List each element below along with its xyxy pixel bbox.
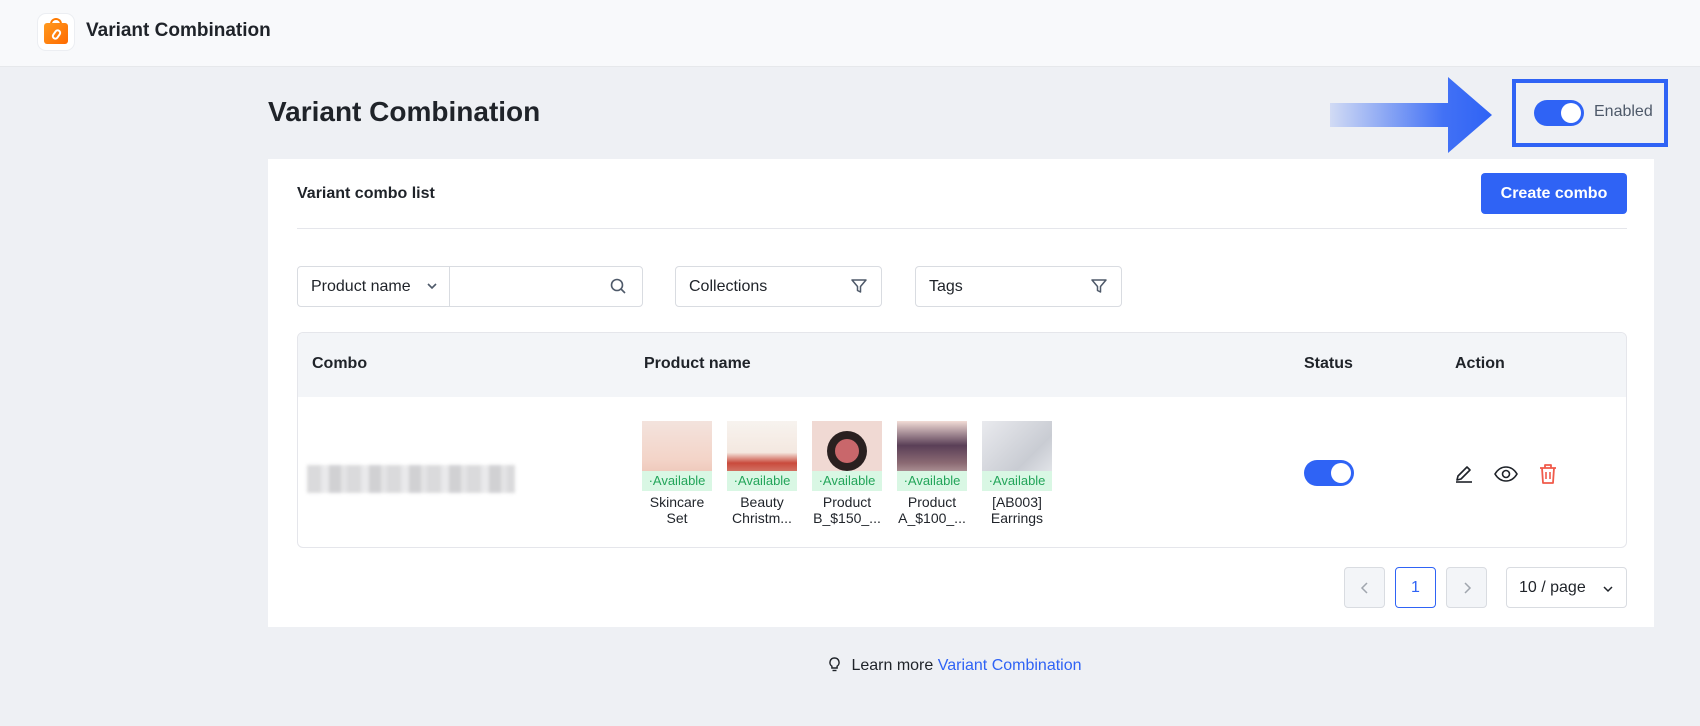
learn-more-prefix: Learn more — [851, 657, 934, 674]
product-thumbnail: ·Available — [897, 421, 967, 491]
tags-filter-label: Tags — [929, 278, 963, 295]
next-page-button[interactable] — [1446, 567, 1487, 608]
column-header-product-name: Product name — [644, 355, 751, 372]
table-header: Combo Product name Status Action — [298, 333, 1626, 397]
card-title: Variant combo list — [297, 185, 435, 202]
chevron-left-icon — [1360, 582, 1368, 594]
product-name-select[interactable]: Product name — [297, 266, 450, 307]
enable-status-label: Enabled — [1594, 103, 1653, 120]
delete-icon[interactable] — [1535, 461, 1561, 487]
prev-page-button[interactable] — [1344, 567, 1385, 608]
product-item[interactable]: ·Available Product A_$100_... — [896, 421, 968, 526]
learn-more: Learn more Variant Combination — [826, 656, 1082, 675]
availability-badge: ·Available — [642, 471, 712, 491]
product-name-select-label: Product name — [311, 278, 411, 295]
edit-icon[interactable] — [1451, 461, 1477, 487]
page-number-current[interactable]: 1 — [1395, 567, 1436, 608]
chevron-down-icon — [1603, 586, 1613, 593]
product-item[interactable]: ·Available Beauty Christm... — [726, 421, 798, 526]
filter-icon — [1091, 279, 1107, 293]
create-combo-button[interactable]: Create combo — [1481, 173, 1627, 214]
app-enable-switch[interactable] — [1534, 100, 1584, 126]
chevron-right-icon — [1464, 582, 1472, 594]
column-header-status: Status — [1304, 355, 1353, 372]
learn-more-link[interactable]: Variant Combination — [938, 657, 1082, 674]
product-name: Product A_$100_... — [898, 494, 966, 526]
product-thumbnail: ·Available — [727, 421, 797, 491]
product-name: Skincare Set — [649, 494, 705, 526]
collections-filter[interactable]: Collections — [675, 266, 882, 307]
combo-list-card: Variant combo list Create combo Product … — [268, 159, 1654, 627]
page-title: Variant Combination — [268, 96, 541, 127]
lightbulb-icon — [829, 657, 840, 672]
app-title: Variant Combination — [86, 20, 271, 41]
product-thumbnail: ·Available — [642, 421, 712, 491]
product-item[interactable]: ·Available Skincare Set — [641, 421, 713, 526]
divider — [297, 228, 1627, 229]
column-header-combo: Combo — [312, 355, 368, 372]
product-name: [AB003] Earrings — [990, 494, 1044, 526]
product-search-input[interactable] — [449, 266, 643, 307]
tags-filter[interactable]: Tags — [915, 266, 1122, 307]
top-bar: Variant Combination — [0, 0, 1700, 67]
product-item[interactable]: ·Available Product B_$150_... — [811, 421, 883, 526]
collections-filter-label: Collections — [689, 278, 768, 295]
column-header-action: Action — [1455, 355, 1505, 372]
availability-badge: ·Available — [897, 471, 967, 491]
page-size-label: 10 / page — [1519, 579, 1586, 596]
product-thumbnail: ·Available — [812, 421, 882, 491]
page-size-select[interactable]: 10 / page — [1506, 567, 1627, 608]
chevron-down-icon — [427, 283, 437, 290]
combo-table: Combo Product name Status Action ·Availa… — [297, 332, 1627, 548]
availability-badge: ·Available — [727, 471, 797, 491]
combo-status-switch[interactable] — [1304, 460, 1354, 486]
app-logo-icon — [38, 14, 74, 50]
availability-badge: ·Available — [812, 471, 882, 491]
app-enable-toggle-group: Enabled — [1512, 79, 1668, 147]
search-icon[interactable] — [608, 276, 628, 296]
combo-name-blurred[interactable] — [307, 465, 515, 493]
availability-badge: ·Available — [982, 471, 1052, 491]
highlight-arrow-icon — [1330, 77, 1492, 153]
product-name: Product B_$150_... — [813, 494, 881, 526]
filter-icon — [851, 279, 867, 293]
product-name: Beauty Christm... — [732, 494, 792, 526]
product-thumbnail: ·Available — [982, 421, 1052, 491]
product-item[interactable]: ·Available [AB003] Earrings — [981, 421, 1053, 526]
view-icon[interactable] — [1493, 461, 1519, 487]
